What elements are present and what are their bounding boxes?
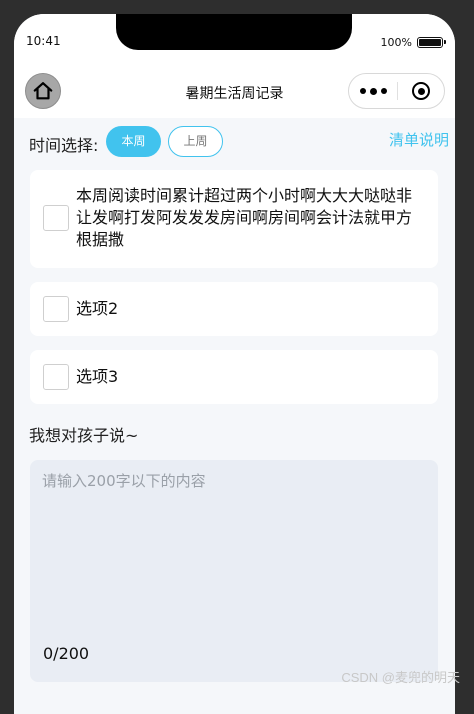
mini-program-capsule: [348, 73, 445, 109]
battery-indicator: 100%: [380, 36, 446, 49]
message-label: 我想对孩子说~: [29, 426, 139, 445]
option-label-3: 选项3: [76, 367, 119, 386]
last-week-button[interactable]: 上周: [168, 126, 223, 157]
target-circle-icon: [412, 82, 430, 100]
battery-percent: 100%: [380, 36, 412, 49]
notch: [116, 14, 352, 50]
option-card-2[interactable]: 选项2: [30, 282, 438, 336]
option-card-3[interactable]: 选项3: [30, 350, 438, 404]
nav-bar: 暑期生活周记录: [14, 66, 455, 118]
option-checkbox-2[interactable]: [43, 296, 69, 322]
message-input[interactable]: [42, 470, 426, 630]
option-card-1[interactable]: 本周阅读时间累计超过两个小时啊大大大哒哒非让发啊打发阿发发发房间啊房间啊会计法就…: [30, 170, 438, 268]
option-label-2: 选项2: [76, 299, 119, 318]
time-filter-row: 时间选择: 本周 上周 清单说明: [29, 126, 449, 158]
char-counter: 0/200: [43, 644, 90, 663]
time-select-label: 时间选择:: [29, 136, 99, 155]
more-dots-icon[interactable]: [349, 87, 397, 95]
status-bar: 10:41 100%: [14, 14, 455, 66]
battery-icon: [417, 37, 446, 48]
phone-screen: 10:41 100% 暑期生活周记录 时间选择: 本周 上周 清单说明 本周阅读…: [14, 14, 455, 714]
status-time: 10:41: [26, 34, 61, 48]
watermark: CSDN @麦兜的明天: [341, 670, 460, 685]
close-button[interactable]: [398, 82, 444, 100]
option-label-1: 本周阅读时间累计超过两个小时啊大大大哒哒非让发啊打发阿发发发房间啊房间啊会计法就…: [76, 186, 413, 249]
list-instructions-link[interactable]: 清单说明: [389, 129, 449, 150]
message-box: 0/200: [30, 460, 438, 682]
option-checkbox-1[interactable]: [43, 205, 69, 231]
option-checkbox-3[interactable]: [43, 364, 69, 390]
this-week-button[interactable]: 本周: [106, 126, 161, 157]
